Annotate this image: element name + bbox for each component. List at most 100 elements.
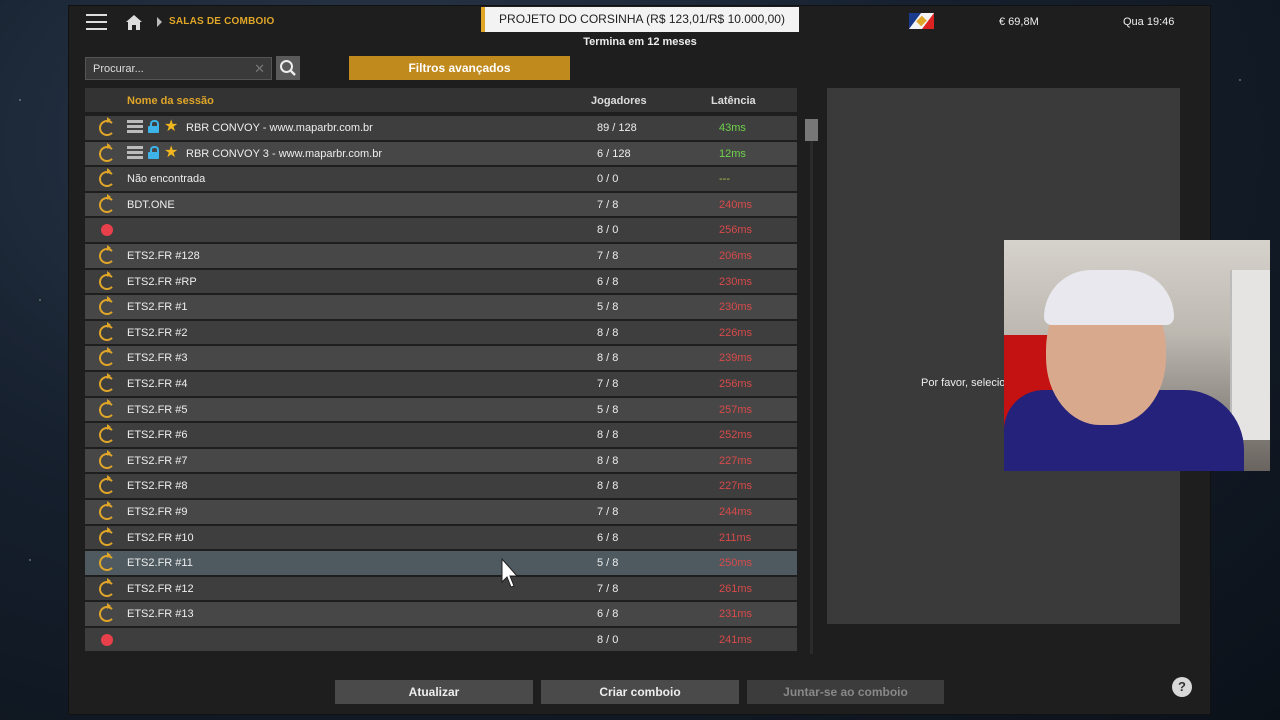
sync-status-icon (99, 577, 115, 597)
session-name: ETS2.FR #13 (127, 608, 194, 621)
session-latency: 240ms (719, 198, 753, 211)
session-latency: --- (719, 173, 730, 186)
table-row[interactable]: Não encontrada 0 / 0 --- (85, 167, 797, 191)
table-row[interactable]: BDT.ONE 7 / 8 240ms (85, 192, 797, 217)
session-latency: 256ms (719, 377, 753, 390)
search-input[interactable] (86, 58, 246, 79)
breadcrumb[interactable]: SALAS DE COMBOIO (169, 16, 274, 27)
session-players: 7 / 8 (597, 198, 619, 211)
header-latency[interactable]: Latência (711, 95, 756, 107)
game-clock: Qua 19:46 (1123, 16, 1175, 28)
session-players: 8 / 0 (597, 224, 619, 237)
session-latency: 206ms (719, 249, 753, 262)
mouse-cursor-icon (501, 558, 519, 588)
list-scrollbar-thumb[interactable] (805, 119, 818, 141)
table-row[interactable]: ETS2.FR #6 8 / 8 252ms (85, 423, 797, 447)
search-icon[interactable] (276, 56, 300, 80)
session-name: ETS2.FR #7 (127, 454, 188, 467)
session-name: ETS2.FR #2 (127, 326, 188, 339)
table-row[interactable]: ETS2.FR #1 5 / 8 230ms (85, 295, 797, 319)
session-latency: 252ms (719, 429, 753, 442)
session-list: ★ RBR CONVOY - www.maparbr.com.br 89 / 1… (85, 116, 797, 653)
table-row[interactable]: ETS2.FR #2 8 / 8 226ms (85, 320, 797, 345)
star-icon: ★ (164, 143, 179, 161)
session-name: ETS2.FR #9 (127, 505, 188, 518)
session-name: ETS2.FR #4 (127, 377, 188, 390)
table-row[interactable]: ETS2.FR #RP 6 / 8 230ms (85, 269, 797, 294)
sync-status-icon (99, 475, 115, 495)
sync-status-icon (99, 321, 115, 341)
session-name: ETS2.FR #6 (127, 429, 188, 442)
session-name: ETS2.FR #12 (127, 582, 194, 595)
table-row[interactable]: ETS2.FR #8 8 / 8 227ms (85, 474, 797, 498)
session-players: 8 / 8 (597, 454, 619, 467)
hamburger-menu-icon[interactable] (86, 14, 107, 30)
header-session-name[interactable]: Nome da sessão (127, 95, 214, 107)
table-row[interactable]: 8 / 0 241ms (85, 627, 797, 652)
table-row[interactable]: ETS2.FR #9 7 / 8 244ms (85, 499, 797, 524)
table-row[interactable]: ETS2.FR #7 8 / 8 227ms (85, 448, 797, 473)
sync-status-icon (99, 168, 115, 188)
join-convoy-button[interactable]: Juntar-se ao comboio (747, 680, 944, 704)
list-scrollbar[interactable] (810, 119, 813, 654)
current-job-banner[interactable]: PROJETO DO CORSINHA (R$ 123,01/R$ 10.000… (481, 7, 799, 32)
session-name: ETS2.FR #10 (127, 531, 194, 544)
session-players: 6 / 128 (597, 147, 631, 160)
session-players: 5 / 8 (597, 301, 619, 314)
session-players: 7 / 8 (597, 582, 619, 595)
session-latency: 227ms (719, 480, 753, 493)
session-name: ETS2.FR #128 (127, 249, 200, 262)
session-latency: 226ms (719, 326, 753, 339)
webcam-overlay (1004, 240, 1270, 471)
table-row[interactable]: ETS2.FR #5 5 / 8 257ms (85, 397, 797, 422)
table-row[interactable]: ETS2.FR #3 8 / 8 239ms (85, 346, 797, 370)
session-latency: 241ms (719, 633, 753, 646)
sync-status-icon (99, 424, 115, 444)
session-players: 6 / 8 (597, 275, 619, 288)
sync-status-icon (99, 526, 115, 546)
session-players: 8 / 8 (597, 429, 619, 442)
session-players: 6 / 8 (597, 531, 619, 544)
session-players: 6 / 8 (597, 608, 619, 621)
table-row[interactable]: ETS2.FR #4 7 / 8 256ms (85, 371, 797, 396)
header-players[interactable]: Jogadores (591, 95, 647, 107)
offline-status-icon (101, 633, 113, 646)
sync-status-icon (99, 270, 115, 290)
table-row[interactable]: ETS2.FR #128 7 / 8 206ms (85, 243, 797, 268)
session-name: BDT.ONE (127, 198, 175, 211)
session-players: 5 / 8 (597, 557, 619, 570)
clear-search-icon[interactable]: ✕ (254, 62, 265, 75)
help-icon[interactable]: ? (1172, 677, 1192, 697)
table-row[interactable]: ETS2.FR #13 6 / 8 231ms (85, 602, 797, 626)
session-latency: 211ms (719, 531, 752, 544)
sync-status-icon (99, 603, 115, 623)
refresh-button[interactable]: Atualizar (335, 680, 533, 704)
table-row[interactable]: ★ RBR CONVOY 3 - www.maparbr.com.br 6 / … (85, 141, 797, 166)
home-icon[interactable] (125, 14, 143, 31)
session-name: ETS2.FR #5 (127, 403, 188, 416)
session-latency: 230ms (719, 301, 753, 314)
table-row[interactable]: ETS2.FR #12 7 / 8 261ms (85, 576, 797, 601)
sync-status-icon (99, 372, 115, 392)
session-latency: 250ms (719, 557, 753, 570)
session-latency: 231ms (719, 608, 753, 621)
sync-status-icon (99, 552, 115, 572)
table-row-selected[interactable]: ETS2.FR #11 5 / 8 250ms (85, 551, 797, 575)
lock-icon (148, 145, 159, 159)
table-row[interactable]: ETS2.FR #10 6 / 8 211ms (85, 525, 797, 550)
session-players: 7 / 8 (597, 505, 619, 518)
table-row[interactable]: 8 / 0 256ms (85, 218, 797, 242)
detail-placeholder-text: Por favor, selecio (921, 377, 1006, 389)
star-icon: ★ (164, 118, 179, 135)
session-name: ETS2.FR #1 (127, 301, 188, 314)
create-convoy-button[interactable]: Criar comboio (541, 680, 739, 704)
session-players: 8 / 8 (597, 326, 619, 339)
session-players: 5 / 8 (597, 403, 619, 416)
sync-status-icon (99, 398, 115, 418)
session-players: 7 / 8 (597, 377, 619, 390)
top-bar: SALAS DE COMBOIO PROJETO DO CORSINHA (R$… (69, 6, 1210, 48)
breadcrumb-arrow-icon (157, 17, 162, 27)
session-players: 8 / 8 (597, 352, 619, 365)
advanced-filters-button[interactable]: Filtros avançados (349, 56, 570, 80)
table-row[interactable]: ★ RBR CONVOY - www.maparbr.com.br 89 / 1… (85, 116, 797, 140)
